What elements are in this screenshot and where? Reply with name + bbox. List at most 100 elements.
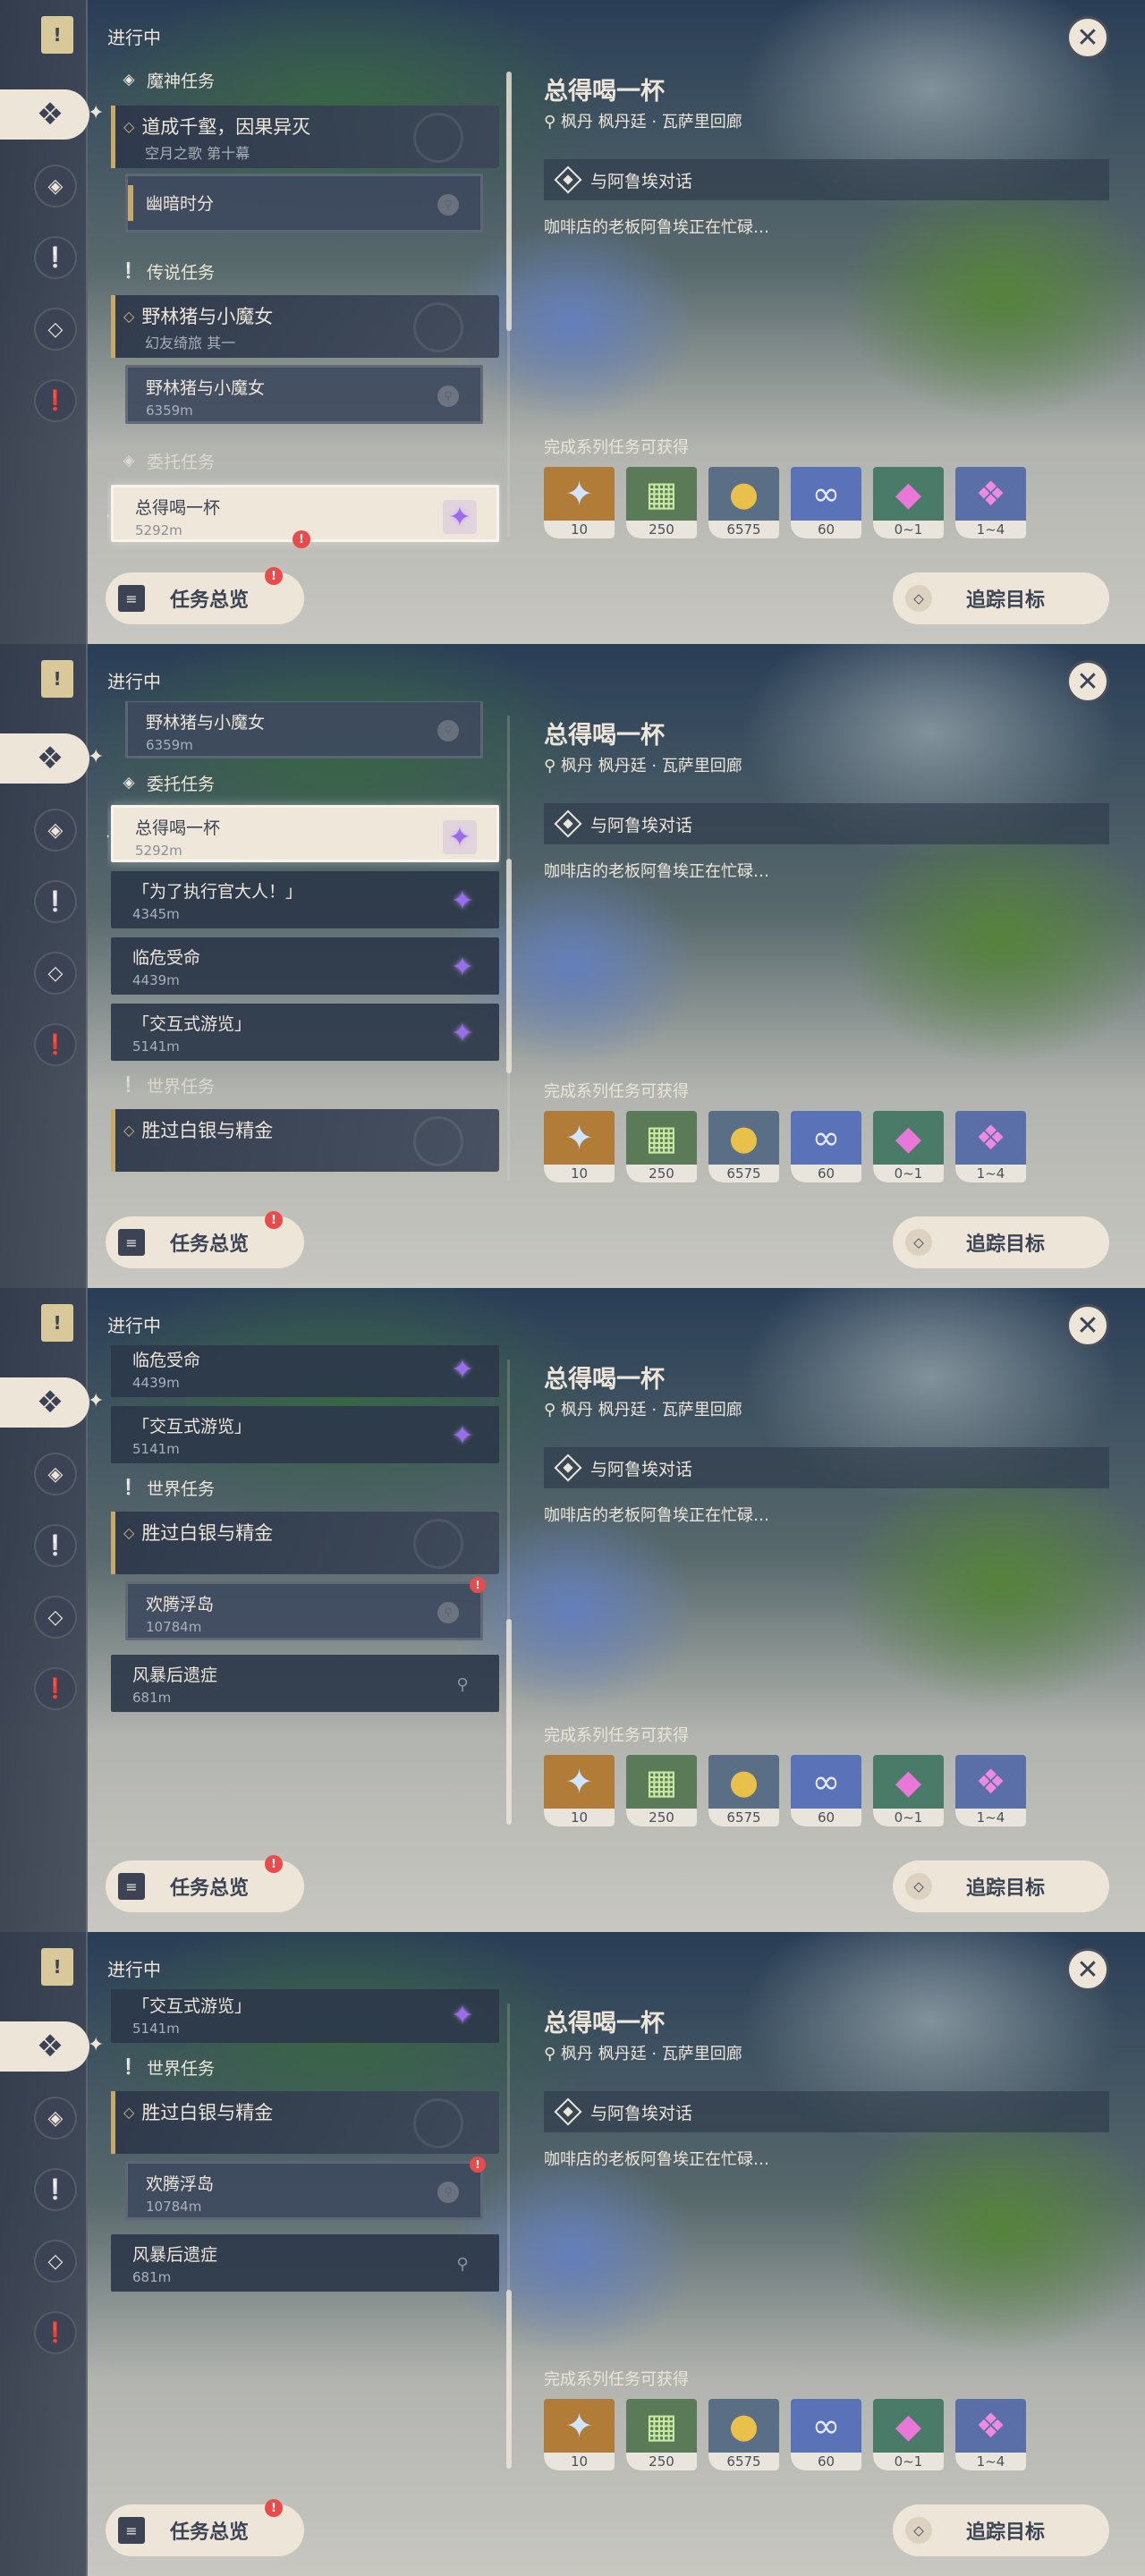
location-pin-icon: ⚲ [544, 757, 561, 775]
alert-badge: ! [470, 2157, 486, 2173]
reward-mora[interactable]: ● 6575 [708, 2399, 779, 2470]
quest-item-commission[interactable]: 临危受命 4439m ✦ [111, 1345, 499, 1397]
nav-commission-button[interactable]: ❗ [34, 1023, 77, 1066]
archon-quest-icon: ◈ [123, 71, 135, 89]
nav-archon-quest-button[interactable]: ◈ [34, 809, 77, 852]
nav-all-quests-button[interactable]: ❖ [0, 733, 89, 784]
companionship-exp-icon: ∞ [811, 1118, 841, 1157]
quest-step-world[interactable]: 欢腾浮岛 10784m ⚲ ! [125, 1577, 486, 1640]
quest-item-commission[interactable]: 临危受命 4439m ✦ [111, 937, 499, 995]
reward-adventure-exp[interactable]: ▦ 250 [626, 1755, 697, 1826]
quest-list: 「交互式游览」 5141m ✦ ❕ 世界任务 ◇ 胜过白银与精金 欢腾浮岛 1078… [107, 1989, 501, 2481]
nav-all-quests-button[interactable]: ❖ [0, 2021, 89, 2072]
reward-companionship-exp[interactable]: ∞ 60 [791, 1755, 861, 1826]
reward-crystal-chunk[interactable]: ❖ 1~4 [955, 467, 1026, 538]
close-button[interactable]: ✕ [1066, 1948, 1109, 1991]
quest-step-legend[interactable]: 野林猪与小魔女 6359m ⚲ [125, 701, 483, 758]
track-target-button[interactable]: ◇ 追踪目标 [893, 2504, 1109, 2556]
nav-commission-button[interactable]: ❗ [34, 2311, 77, 2354]
reward-crystal-chunk[interactable]: ❖ 1~4 [955, 2399, 1026, 2470]
track-icon: ◇ [905, 1873, 932, 1900]
quest-item-archon[interactable]: ◇ 道成千壑，因果异灭 空月之歌 第十幕 [111, 106, 499, 168]
quest-step-archon[interactable]: 幽暗时分 ⚲ [125, 174, 483, 233]
reward-mora[interactable]: ● 6575 [708, 467, 779, 538]
nav-all-quests-button[interactable]: ❖ [0, 89, 89, 140]
world-quest-icon: ❕ [119, 1076, 139, 1094]
quest-item-world[interactable]: ◇ 胜过白银与精金 [111, 1109, 499, 1172]
quest-emblem-icon [413, 113, 463, 163]
nav-world-quest-button[interactable]: ◇ [34, 2240, 77, 2283]
scrollbar[interactable] [506, 1619, 512, 1825]
bookmark-icon[interactable]: ! [41, 1304, 73, 1342]
reward-label: 完成系列任务可获得 [544, 438, 689, 457]
quest-item-world-other[interactable]: 风暴后遗症 681m ⚲ [111, 1655, 499, 1712]
quest-overview-button[interactable]: ≡ 任务总览 ! [106, 1211, 304, 1268]
nav-archon-quest-button[interactable]: ◈ [34, 1453, 77, 1496]
quest-item-commission[interactable]: 「为了执行官大人！」 4345m ✦ [111, 871, 499, 928]
reward-mora[interactable]: ● 6575 [708, 1111, 779, 1182]
commission-gem-icon: ✦ [451, 885, 474, 917]
track-target-button[interactable]: ◇ 追踪目标 [893, 572, 1109, 624]
quest-item-world-other[interactable]: 风暴后遗症 681m ⚲ [111, 2234, 499, 2292]
quest-overview-button[interactable]: ≡ 任务总览 ! [106, 567, 304, 624]
reward-list: ✦ 10 ▦ 250 ● 6575 ∞ 60 ◆ 0~1 ❖ 1~4 [544, 467, 1026, 538]
nav-all-quests-button[interactable]: ❖ [0, 1377, 89, 1428]
reward-primogem[interactable]: ✦ 10 [544, 1755, 615, 1826]
reward-crystal-fragment[interactable]: ◆ 0~1 [873, 2399, 944, 2470]
reward-crystal-chunk[interactable]: ❖ 1~4 [955, 1111, 1026, 1182]
reward-crystal-chunk[interactable]: ❖ 1~4 [955, 1755, 1026, 1826]
bookmark-icon[interactable]: ! [41, 16, 73, 54]
quest-overview-button[interactable]: ≡ 任务总览 ! [106, 1855, 304, 1912]
bookmark-icon[interactable]: ! [41, 660, 73, 698]
quest-item-legend[interactable]: ◇ 野林猪与小魔女 幻友绮旅 其一 [111, 295, 499, 358]
track-target-button[interactable]: ◇ 追踪目标 [893, 1216, 1109, 1268]
close-button[interactable]: ✕ [1066, 16, 1109, 59]
nav-world-quest-button[interactable]: ◇ [34, 1596, 77, 1639]
nav-story-quest-button[interactable]: ❕ [34, 236, 77, 279]
nav-world-quest-button[interactable]: ◇ [34, 952, 77, 995]
quest-item-commission-selected[interactable]: 总得喝一杯 5292m ✦ [107, 485, 499, 548]
reward-crystal-fragment[interactable]: ◆ 0~1 [873, 1111, 944, 1182]
quest-item-world[interactable]: ◇ 胜过白银与精金 [111, 2091, 499, 2154]
diamond-icon: ◇ [123, 1523, 135, 1541]
reward-primogem[interactable]: ✦ 10 [544, 1111, 615, 1182]
quest-item-commission-selected[interactable]: 总得喝一杯 5292m ✦ [107, 805, 499, 862]
quest-item-commission[interactable]: 「交互式游览」 5141m ✦ [111, 1989, 499, 2043]
nav-world-quest-button[interactable]: ◇ [34, 308, 77, 351]
nav-story-quest-button[interactable]: ❕ [34, 880, 77, 923]
quest-item-commission[interactable]: 「交互式游览」 5141m ✦ [111, 1406, 499, 1463]
bookmark-icon[interactable]: ! [41, 1948, 73, 1986]
nav-story-quest-button[interactable]: ❕ [34, 1524, 77, 1567]
reward-crystal-fragment[interactable]: ◆ 0~1 [873, 467, 944, 538]
companionship-exp-icon: ∞ [811, 2406, 841, 2445]
reward-companionship-exp[interactable]: ∞ 60 [791, 2399, 861, 2470]
close-button[interactable]: ✕ [1066, 660, 1109, 703]
all-quests-icon: ❖ [36, 741, 64, 776]
nav-commission-button[interactable]: ❗ [34, 1667, 77, 1710]
nav-story-quest-button[interactable]: ❕ [34, 2168, 77, 2211]
reward-primogem[interactable]: ✦ 10 [544, 467, 615, 538]
scrollbar[interactable] [506, 2290, 512, 2469]
quest-overview-button[interactable]: ≡ 任务总览 ! [106, 2499, 304, 2556]
quest-item-commission[interactable]: 「交互式游览」 5141m ✦ [111, 1004, 499, 1061]
reward-adventure-exp[interactable]: ▦ 250 [626, 467, 697, 538]
nav-commission-button[interactable]: ❗ [34, 379, 77, 422]
reward-adventure-exp[interactable]: ▦ 250 [626, 1111, 697, 1182]
reward-adventure-exp[interactable]: ▦ 250 [626, 2399, 697, 2470]
nav-active-star-icon: ✦ [88, 1390, 105, 1412]
reward-companionship-exp[interactable]: ∞ 60 [791, 467, 861, 538]
close-button[interactable]: ✕ [1066, 1304, 1109, 1347]
nav-archon-quest-button[interactable]: ◈ [34, 2097, 77, 2140]
quest-step-world[interactable]: 欢腾浮岛 10784m ⚲ ! [125, 2157, 486, 2220]
quest-step-legend[interactable]: 野林猪与小魔女 6359m ⚲ [125, 365, 483, 424]
scrollbar[interactable] [506, 72, 512, 331]
reward-companionship-exp[interactable]: ∞ 60 [791, 1111, 861, 1182]
quest-item-world[interactable]: ◇ 胜过白银与精金 [111, 1512, 499, 1574]
reward-primogem[interactable]: ✦ 10 [544, 2399, 615, 2470]
in-progress-label: 进行中 [107, 1315, 161, 1336]
track-target-button[interactable]: ◇ 追踪目标 [893, 1860, 1109, 1912]
nav-archon-quest-button[interactable]: ◈ [34, 165, 77, 208]
reward-crystal-fragment[interactable]: ◆ 0~1 [873, 1755, 944, 1826]
reward-mora[interactable]: ● 6575 [708, 1755, 779, 1826]
scrollbar[interactable] [506, 859, 512, 1073]
